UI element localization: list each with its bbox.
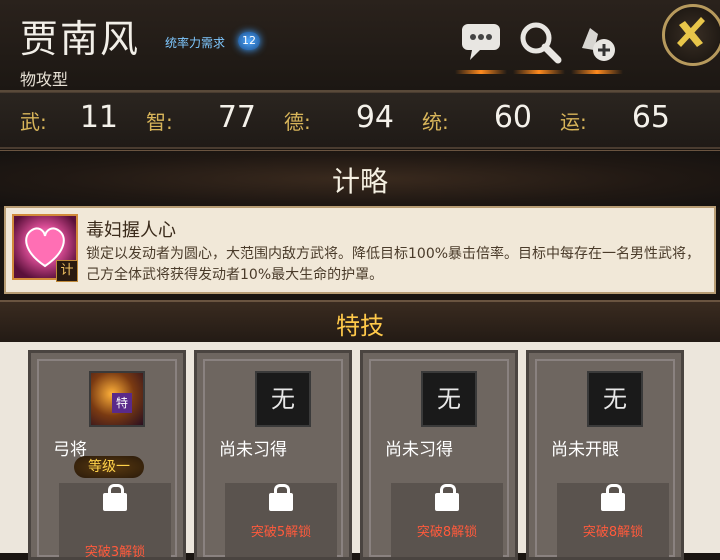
stat-label-virtue: 德:	[284, 110, 311, 134]
chat-button-underline	[455, 70, 507, 74]
add-icon	[582, 28, 615, 61]
strategy-skill-name: 毒妇握人心	[86, 220, 176, 241]
special-card-1[interactable]: 弓将 突破3解锁	[28, 350, 186, 560]
special-name: 尚未习得	[385, 440, 453, 460]
lock-text: 突破3解锁	[84, 545, 146, 560]
lock-icon	[269, 484, 293, 511]
stat-label-command: 统:	[422, 110, 449, 134]
hero-name: 贾南风	[20, 17, 141, 61]
stat-value-luck: 65	[631, 100, 670, 135]
lock-icon	[435, 484, 459, 511]
special-card-3[interactable]: 无 尚未习得 突破8解锁	[360, 350, 518, 560]
command-requirement-label: 统率力需求	[165, 36, 226, 50]
special-name: 尚未开眼	[551, 440, 619, 460]
level-badge: 等级一	[74, 456, 144, 478]
lock-slot: 突破8解锁	[391, 483, 503, 557]
strategy-title: 计略	[331, 165, 388, 198]
special-card-2[interactable]: 无 尚未习得 突破5解锁	[194, 350, 352, 560]
lock-icon	[103, 484, 127, 511]
search-button[interactable]	[516, 18, 562, 64]
stat-value-force: 11	[79, 100, 118, 135]
empty-skill-icon: 无	[587, 371, 643, 427]
add-button-underline	[571, 70, 623, 74]
chat-icon	[462, 24, 500, 60]
card-frame: 无 尚未开眼 突破8解锁	[535, 359, 675, 557]
stat-label-luck: 运:	[560, 110, 587, 134]
lock-slot: 突破8解锁	[557, 483, 669, 557]
stat-label-intellect: 智:	[146, 110, 173, 134]
command-requirement-value: 12	[238, 32, 260, 50]
stat-value-virtue: 94	[355, 100, 394, 135]
lock-text: 突破8解锁	[582, 525, 644, 540]
search-icon	[520, 22, 562, 64]
empty-skill-icon: 无	[421, 371, 477, 427]
lock-slot: 突破5解锁	[225, 483, 337, 557]
stat-value-command: 60	[493, 100, 532, 135]
stat-value-intellect: 77	[217, 100, 256, 135]
special-tag: 特	[112, 393, 132, 413]
lock-text: 突破5解锁	[250, 525, 312, 540]
lock-text: 突破8解锁	[416, 525, 478, 540]
specials-title: 特技	[336, 312, 384, 340]
lock-slot: 突破3解锁	[59, 483, 171, 560]
hero-type: 物攻型	[20, 70, 69, 89]
chat-button[interactable]	[458, 18, 504, 64]
card-frame: 无 尚未习得 突破8解锁	[369, 359, 509, 557]
card-frame: 无 尚未习得 突破5解锁	[203, 359, 343, 557]
close-button[interactable]	[662, 4, 720, 66]
special-name: 尚未习得	[219, 440, 287, 460]
search-button-underline	[513, 70, 565, 74]
special-card-4[interactable]: 无 尚未开眼 突破8解锁	[526, 350, 684, 560]
strategy-skill-description: 锁定以发动者为圆心，大范围内敌方武将。降低目标100%暴击倍率。目标中每存在一名…	[86, 246, 701, 283]
add-button[interactable]	[574, 18, 620, 64]
empty-skill-icon: 无	[255, 371, 311, 427]
lock-icon	[601, 484, 625, 511]
stat-label-force: 武:	[20, 110, 47, 134]
strategy-badge: 计	[56, 260, 78, 282]
close-icon	[677, 17, 705, 47]
